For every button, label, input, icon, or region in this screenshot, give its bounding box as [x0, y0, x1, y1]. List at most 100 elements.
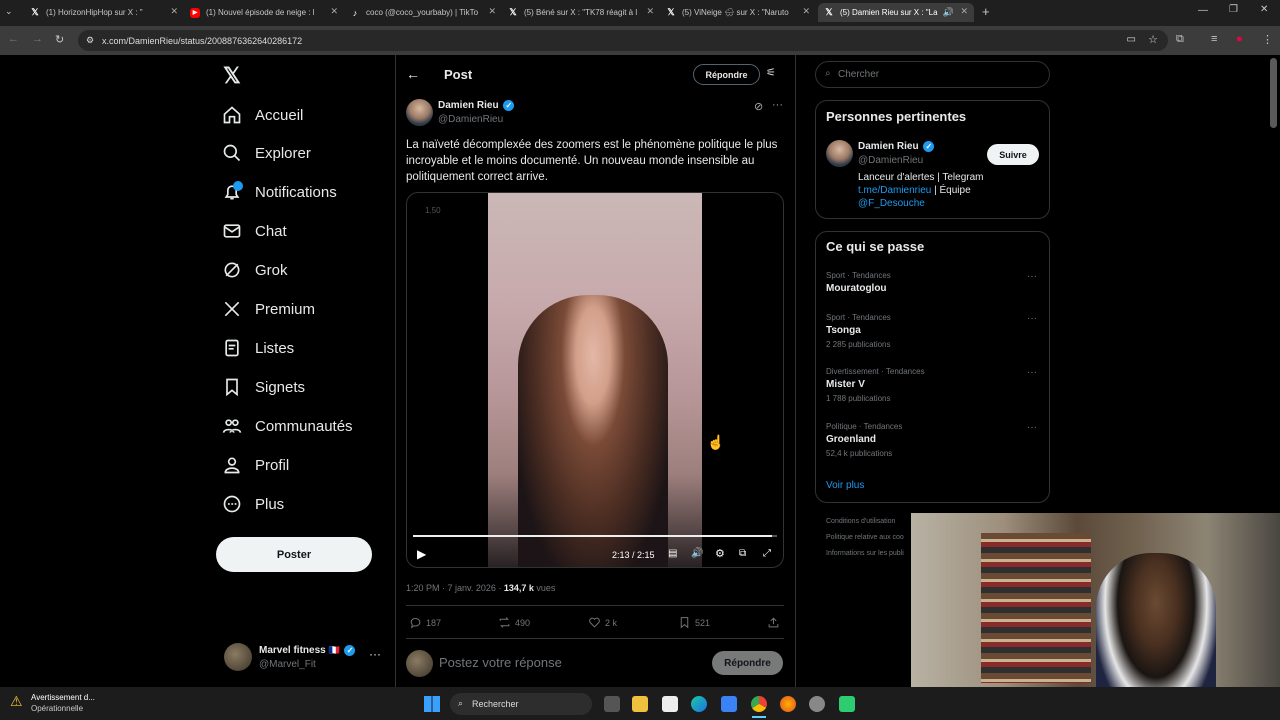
back-arrow-icon[interactable]: ←: [406, 66, 420, 82]
close-tab-icon[interactable]: ✕: [799, 6, 810, 17]
reply-header-button[interactable]: Répondre: [693, 64, 760, 85]
cast-icon[interactable]: ▭: [1127, 34, 1136, 45]
share-action[interactable]: [767, 616, 784, 629]
reply-action[interactable]: 187: [409, 616, 441, 629]
scrollbar[interactable]: [1270, 58, 1277, 128]
more-icon[interactable]: ···: [772, 99, 783, 111]
footer-link[interactable]: Informations sur les publi: [826, 550, 904, 557]
reply-submit-button[interactable]: Répondre: [712, 651, 783, 675]
settings-icon[interactable]: [809, 696, 825, 712]
firefox-icon[interactable]: [780, 696, 796, 712]
site-info-icon[interactable]: ⚙: [86, 35, 94, 46]
nav-item-explore[interactable]: Explorer: [222, 141, 311, 165]
nav-item-premium[interactable]: Premium: [222, 297, 315, 321]
nav-item-profile[interactable]: Profil: [222, 453, 289, 477]
browser-tab[interactable]: ♪ coco (@coco_yourbaby) | TikTo ✕: [344, 3, 502, 22]
popout-icon[interactable]: ⧉: [739, 548, 746, 559]
more-icon[interactable]: ···: [1027, 422, 1037, 433]
person-icon: [224, 457, 240, 474]
restore-icon[interactable]: ❐: [1229, 4, 1238, 15]
notepad-icon[interactable]: [662, 696, 678, 712]
settings-gear-icon[interactable]: ⚙: [715, 547, 725, 560]
bookmark-action[interactable]: 521: [678, 616, 710, 629]
author-handle[interactable]: @DamienRieu: [438, 114, 503, 125]
trend-item[interactable]: Sport · Tendances Tsonga 2 285 publicati…: [826, 313, 1041, 349]
video-player[interactable]: 1.50 ▶ 2:13 / 2:15 ▤ 🔊 ⚙ ⧉ ⤢: [406, 192, 784, 568]
more-icon[interactable]: ···: [369, 647, 381, 661]
app-icon[interactable]: [839, 696, 855, 712]
task-view-icon[interactable]: [604, 696, 620, 712]
more-circle-icon: [223, 495, 241, 513]
taskbar-search[interactable]: ⌕ Rechercher: [450, 693, 592, 715]
more-icon[interactable]: ···: [1027, 271, 1037, 282]
menu-icon[interactable]: ⋮: [1262, 33, 1273, 46]
file-explorer-icon[interactable]: [632, 696, 648, 712]
browser-tab[interactable]: 𝕏 (5) ViNeige 🌨 sur X : "Naruto ✕: [660, 3, 816, 22]
grok-icon[interactable]: ⊘: [754, 100, 763, 113]
video-progress-track[interactable]: [413, 535, 777, 537]
repost-action[interactable]: 490: [498, 616, 530, 629]
settings-sliders-icon[interactable]: ⚟: [766, 66, 776, 79]
chrome-icon[interactable]: [751, 696, 767, 712]
nav-item-home[interactable]: Accueil: [222, 103, 303, 127]
close-tab-icon[interactable]: ✕: [485, 6, 496, 17]
captions-icon[interactable]: ▤: [668, 548, 677, 559]
fullscreen-icon[interactable]: ⤢: [763, 548, 771, 559]
trend-item[interactable]: Politique · Tendances Groenland 52,4 k p…: [826, 422, 1041, 458]
bookmark-star-icon[interactable]: ☆: [1148, 33, 1158, 46]
minimize-icon[interactable]: —: [1198, 5, 1208, 16]
close-tab-icon[interactable]: ✕: [957, 6, 968, 17]
speaker-icon[interactable]: 🔊: [942, 7, 954, 18]
more-icon[interactable]: ···: [1027, 313, 1037, 324]
more-icon[interactable]: ···: [1027, 367, 1037, 378]
nav-item-more[interactable]: Plus: [222, 492, 284, 516]
reply-input[interactable]: Postez votre réponse: [439, 655, 699, 670]
trend-item[interactable]: Sport · Tendances Mouratoglou ···: [826, 271, 1041, 294]
close-tab-icon[interactable]: ✕: [167, 6, 178, 17]
nav-item-communities[interactable]: Communautés: [222, 414, 353, 438]
person-avatar[interactable]: [826, 140, 853, 167]
x-logo-icon[interactable]: 𝕏: [223, 63, 241, 89]
warning-title[interactable]: Avertissement d...: [31, 693, 95, 702]
person-name[interactable]: Damien Rieu: [858, 141, 919, 152]
like-action[interactable]: 2 k: [588, 616, 617, 629]
edge-icon[interactable]: [691, 696, 707, 712]
author-name[interactable]: Damien Rieu: [438, 100, 499, 111]
address-bar[interactable]: ⚙ x.com/DamienRieu/status/20088763626402…: [78, 30, 1168, 51]
close-tab-icon[interactable]: ✕: [643, 6, 654, 17]
bio-link[interactable]: t.me/Damienrieu: [858, 185, 931, 196]
bio-mention[interactable]: @F_Desouche: [858, 198, 925, 209]
heart-icon: [589, 617, 600, 628]
browser-tab-active[interactable]: 𝕏 (5) Damien Rieu sur X : "La 🔊 ✕: [818, 3, 974, 22]
profile-icon[interactable]: ●: [1236, 33, 1243, 45]
see-more-link[interactable]: Voir plus: [826, 480, 864, 491]
windows-start-icon[interactable]: [424, 696, 440, 712]
browser-tab[interactable]: ▶ (1) Nouvel épisode de neige : l ✕: [184, 3, 344, 22]
nav-item-lists[interactable]: Listes: [222, 336, 294, 360]
nav-item-chat[interactable]: Chat: [222, 219, 287, 243]
close-window-icon[interactable]: ✕: [1260, 4, 1268, 15]
new-tab-icon[interactable]: +: [982, 4, 990, 19]
nav-item-bookmarks[interactable]: Signets: [222, 375, 305, 399]
nav-item-grok[interactable]: Grok: [222, 258, 288, 282]
tab-menu-icon[interactable]: ⌄: [5, 6, 13, 17]
search-box[interactable]: ⌕ Chercher: [815, 61, 1050, 88]
back-icon[interactable]: ←: [8, 33, 19, 45]
close-tab-icon[interactable]: ✕: [327, 6, 338, 17]
account-switcher[interactable]: Marvel fitness 🇫🇷 ✓ @Marvel_Fit ···: [224, 643, 384, 675]
browser-tab[interactable]: 𝕏 (5) Béné sur X : "TK78 réagit à l ✕: [502, 3, 660, 22]
forward-icon[interactable]: →: [32, 33, 43, 45]
play-icon[interactable]: ▶: [417, 547, 426, 561]
volume-icon[interactable]: 🔊: [691, 548, 703, 559]
browser-tab[interactable]: 𝕏 (1) HorizonHipHop sur X : " ✕: [24, 3, 184, 22]
footer-link[interactable]: Conditions d'utilisation: [826, 518, 895, 525]
follow-button[interactable]: Suivre: [987, 144, 1039, 165]
extensions-icon[interactable]: ⧉: [1176, 33, 1184, 46]
store-icon[interactable]: [721, 696, 737, 712]
trend-item[interactable]: Divertissement · Tendances Mister V 1 78…: [826, 367, 1041, 403]
author-avatar[interactable]: [406, 99, 433, 126]
reload-icon[interactable]: ↻: [55, 33, 64, 46]
post-button[interactable]: Poster: [216, 537, 372, 572]
footer-link[interactable]: Politique relative aux coo: [826, 534, 904, 541]
media-icon[interactable]: ≡: [1211, 33, 1217, 45]
